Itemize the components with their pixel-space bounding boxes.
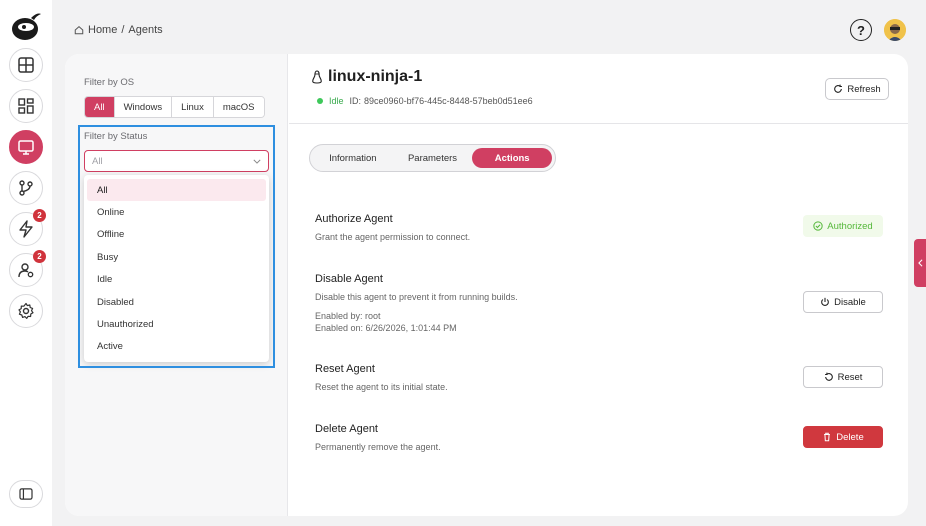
breadcrumb: Home / Agents xyxy=(74,24,163,36)
agent-title: linux-ninja-1 xyxy=(311,68,422,86)
reset-title: Reset Agent xyxy=(315,363,375,375)
agent-id-label: ID: xyxy=(349,96,362,106)
reset-desc: Reset the agent to its initial state. xyxy=(315,382,448,392)
agent-status: Idle xyxy=(329,96,344,106)
reset-button[interactable]: Reset xyxy=(803,366,883,388)
delete-button[interactable]: Delete xyxy=(803,426,883,448)
disable-button[interactable]: Disable xyxy=(803,291,883,313)
trash-icon xyxy=(824,432,831,442)
sidebar-toggle-icon xyxy=(19,488,33,500)
tab-actions[interactable]: Actions xyxy=(472,148,553,168)
gear-icon xyxy=(18,302,34,319)
os-option-macos[interactable]: macOS xyxy=(213,97,264,117)
filter-os-label: Filter by OS xyxy=(84,77,135,88)
chevron-left-icon xyxy=(917,259,922,267)
status-dot xyxy=(317,98,323,104)
rail-pipelines-button[interactable] xyxy=(9,171,43,205)
reset-label: Reset xyxy=(837,371,863,383)
refresh-icon xyxy=(834,84,843,93)
layout-icon xyxy=(18,57,34,73)
rail-users-button[interactable]: 2 xyxy=(9,250,46,287)
home-icon xyxy=(74,25,84,35)
disable-enabled-by: Enabled by: root xyxy=(315,311,381,321)
delete-title: Delete Agent xyxy=(315,423,378,435)
breadcrumb-home-link[interactable]: Home xyxy=(88,24,117,36)
reset-icon xyxy=(824,372,833,381)
breadcrumb-separator: / xyxy=(121,24,125,36)
side-panel-handle[interactable] xyxy=(914,239,926,287)
disable-label: Disable xyxy=(834,296,866,308)
authorize-title: Authorize Agent xyxy=(315,213,393,225)
status-filter-highlight xyxy=(78,125,275,368)
tab-information[interactable]: Information xyxy=(313,148,393,168)
delete-label: Delete xyxy=(836,431,864,443)
disable-enabled-on: Enabled on: 6/26/2026, 1:01:44 PM xyxy=(315,323,457,333)
grid-icon xyxy=(18,98,34,114)
header-divider xyxy=(289,123,908,124)
os-option-all[interactable]: All xyxy=(85,97,115,117)
refresh-button[interactable]: Refresh xyxy=(825,78,889,100)
os-option-windows[interactable]: Windows xyxy=(114,97,173,117)
agent-id: 89ce0960-bf76-445c-8448-57beb0d51ee6 xyxy=(364,96,533,106)
rail-agents-button[interactable] xyxy=(9,130,43,164)
linux-icon xyxy=(312,70,322,84)
user-avatar[interactable] xyxy=(884,19,906,41)
logo-icon[interactable] xyxy=(9,8,43,42)
users-badge: 2 xyxy=(33,250,46,263)
agent-tabs: Information Parameters Actions xyxy=(309,144,556,172)
delete-desc: Permanently remove the agent. xyxy=(315,442,441,452)
breadcrumb-current: Agents xyxy=(128,24,163,36)
lightning-icon xyxy=(19,220,33,238)
disable-desc: Disable this agent to prevent it from ru… xyxy=(315,292,518,302)
check-circle-icon xyxy=(813,221,823,231)
tab-parameters[interactable]: Parameters xyxy=(393,148,473,168)
rail-apps-button[interactable] xyxy=(9,89,43,123)
authorized-badge: Authorized xyxy=(803,215,883,237)
agent-name: linux-ninja-1 xyxy=(328,68,423,85)
branch-icon xyxy=(19,180,33,196)
os-option-linux[interactable]: Linux xyxy=(172,97,214,117)
os-filter-group: All Windows Linux macOS xyxy=(84,96,265,118)
refresh-label: Refresh xyxy=(847,83,881,95)
power-icon xyxy=(821,297,830,306)
rail-dashboard-button[interactable] xyxy=(9,48,43,82)
rail-settings-button[interactable] xyxy=(9,294,43,328)
help-circle-icon[interactable]: ? xyxy=(850,19,872,41)
user-settings-icon xyxy=(18,263,34,278)
left-rail: 2 2 xyxy=(0,0,52,526)
authorize-desc: Grant the agent permission to connect. xyxy=(315,232,471,242)
events-badge: 2 xyxy=(33,209,46,222)
rail-events-button[interactable]: 2 xyxy=(9,209,46,246)
monitor-icon xyxy=(18,140,34,155)
agent-status-line: Idle ID: 89ce0960-bf76-445c-8448-57beb0d… xyxy=(317,96,533,106)
sidebar-collapse-button[interactable] xyxy=(9,480,43,508)
authorized-label: Authorized xyxy=(827,220,873,232)
disable-title: Disable Agent xyxy=(315,273,383,285)
